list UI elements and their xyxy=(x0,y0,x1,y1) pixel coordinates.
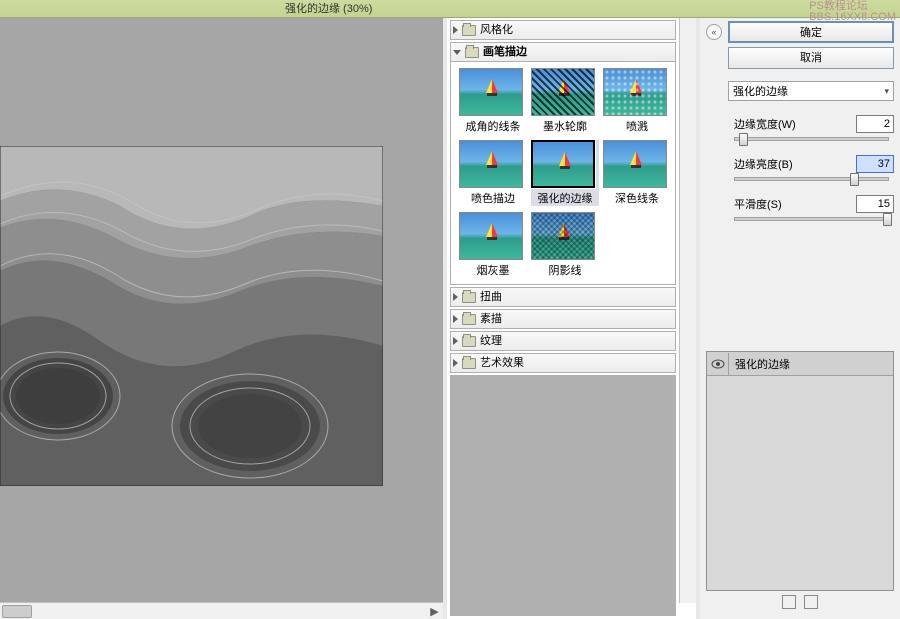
expand-icon xyxy=(453,315,458,323)
thumb-label: 喷色描边 xyxy=(459,190,527,206)
expand-icon xyxy=(453,26,458,34)
slider-label: 边缘宽度(W) xyxy=(734,116,856,132)
filter-scrollbar-vertical[interactable] xyxy=(679,18,696,603)
filter-select-dropdown[interactable]: 强化的边缘 ▾ xyxy=(728,81,894,101)
thumb-label: 喷溅 xyxy=(603,118,671,134)
folder-icon xyxy=(465,47,479,58)
thumb-image xyxy=(459,212,523,260)
folder-icon xyxy=(462,25,476,36)
expand-icon xyxy=(453,337,458,345)
slider-handle[interactable] xyxy=(883,213,892,226)
preview-scrollbar-horizontal[interactable]: ▶ xyxy=(0,602,443,619)
thumb-image xyxy=(531,212,595,260)
category-label: 素描 xyxy=(480,309,502,329)
category-label: 纹理 xyxy=(480,331,502,351)
layer-button-bar xyxy=(706,591,894,613)
slider-value-input[interactable]: 2 xyxy=(856,115,894,133)
category-label: 扭曲 xyxy=(480,287,502,307)
filter-thumb-7[interactable]: 阴影线 xyxy=(531,212,599,278)
slider-label: 边缘亮度(B) xyxy=(734,156,856,172)
folder-icon xyxy=(462,314,476,325)
category-label: 风格化 xyxy=(480,20,513,40)
thumb-label: 阴影线 xyxy=(531,262,599,278)
titlebar: 强化的边缘 (30%) xyxy=(0,0,900,18)
thumb-image xyxy=(603,68,667,116)
slider-value-input[interactable]: 37 xyxy=(856,155,894,173)
cancel-button[interactable]: 取消 xyxy=(728,47,894,69)
filter-category-pane: 风格化 画笔描边 成角的线条墨水轮廓喷溅喷色描边强化的边缘深色线条烟灰墨阴影线 … xyxy=(447,18,679,619)
filter-thumb-3[interactable]: 喷色描边 xyxy=(459,140,527,206)
filter-thumb-6[interactable]: 烟灰墨 xyxy=(459,212,527,278)
expand-icon xyxy=(453,293,458,301)
category-label: 艺术效果 xyxy=(480,353,524,373)
category-stylize[interactable]: 风格化 xyxy=(450,20,676,40)
window-title: 强化的边缘 (30%) xyxy=(285,3,372,15)
thumb-label: 深色线条 xyxy=(603,190,671,206)
thumb-image xyxy=(531,140,595,188)
filter-thumbnails: 成角的线条墨水轮廓喷溅喷色描边强化的边缘深色线条烟灰墨阴影线 xyxy=(450,62,676,285)
collapse-icon xyxy=(453,50,461,55)
filter-pane-spacer xyxy=(450,375,676,616)
thumb-label: 墨水轮廓 xyxy=(531,118,599,134)
main-layout: ▶ 风格化 画笔描边 成角的线条墨水轮廓喷溅喷色描边强化的边缘深色线条烟灰墨阴影… xyxy=(0,18,900,619)
slider-handle[interactable] xyxy=(739,133,748,146)
filter-thumb-4[interactable]: 强化的边缘 xyxy=(531,140,599,206)
collapse-panel-icon[interactable]: « xyxy=(706,24,722,40)
thumb-label: 烟灰墨 xyxy=(459,262,527,278)
slider-edge-width: 边缘宽度(W) 2 xyxy=(734,115,894,141)
folder-icon xyxy=(462,358,476,369)
slider-smoothness: 平滑度(S) 15 xyxy=(734,195,894,221)
delete-effect-layer-icon[interactable] xyxy=(804,595,818,609)
ok-button[interactable]: 确定 xyxy=(728,21,894,43)
category-brush-strokes[interactable]: 画笔描边 xyxy=(450,42,676,62)
preview-pane: ▶ xyxy=(0,18,443,619)
filter-thumb-5[interactable]: 深色线条 xyxy=(603,140,671,206)
category-sketch[interactable]: 素描 xyxy=(450,309,676,329)
effect-layer-row[interactable]: 强化的边缘 xyxy=(707,352,893,376)
new-effect-layer-icon[interactable] xyxy=(782,595,796,609)
category-texture[interactable]: 纹理 xyxy=(450,331,676,351)
expand-icon xyxy=(453,359,458,367)
thumb-image xyxy=(531,68,595,116)
slider-edge-brightness: 边缘亮度(B) 37 xyxy=(734,155,894,181)
category-artistic[interactable]: 艺术效果 xyxy=(450,353,676,373)
filter-thumb-0[interactable]: 成角的线条 xyxy=(459,68,527,134)
filter-thumb-1[interactable]: 墨水轮廓 xyxy=(531,68,599,134)
thumb-image xyxy=(459,140,523,188)
layer-name: 强化的边缘 xyxy=(729,356,790,372)
slider-label: 平滑度(S) xyxy=(734,196,856,212)
slider-value-input[interactable]: 15 xyxy=(856,195,894,213)
folder-icon xyxy=(462,336,476,347)
visibility-eye-icon[interactable] xyxy=(707,353,729,375)
folder-icon xyxy=(462,292,476,303)
slider-track[interactable] xyxy=(734,217,889,221)
slider-track[interactable] xyxy=(734,137,889,141)
thumb-image xyxy=(459,68,523,116)
watermark: PS教程论坛BBS.16XX8.COM xyxy=(809,1,896,23)
scrollbar-thumb[interactable] xyxy=(2,605,32,618)
category-label: 画笔描边 xyxy=(483,42,527,62)
scroll-right-icon[interactable]: ▶ xyxy=(426,604,443,619)
thumb-image xyxy=(603,140,667,188)
effect-layers-panel: 强化的边缘 xyxy=(706,351,894,591)
slider-handle[interactable] xyxy=(850,173,859,186)
slider-track[interactable] xyxy=(734,177,889,181)
thumb-label: 成角的线条 xyxy=(459,118,527,134)
filter-thumb-2[interactable]: 喷溅 xyxy=(603,68,671,134)
category-distort[interactable]: 扭曲 xyxy=(450,287,676,307)
controls-pane: « 确定 取消 强化的边缘 ▾ 边缘宽度(W) 2 边缘亮度(B) 37 xyxy=(700,18,900,619)
chevron-down-icon: ▾ xyxy=(884,86,889,97)
thumb-label: 强化的边缘 xyxy=(531,190,599,206)
filter-preview-image xyxy=(0,146,383,486)
dropdown-value: 强化的边缘 xyxy=(733,83,788,99)
